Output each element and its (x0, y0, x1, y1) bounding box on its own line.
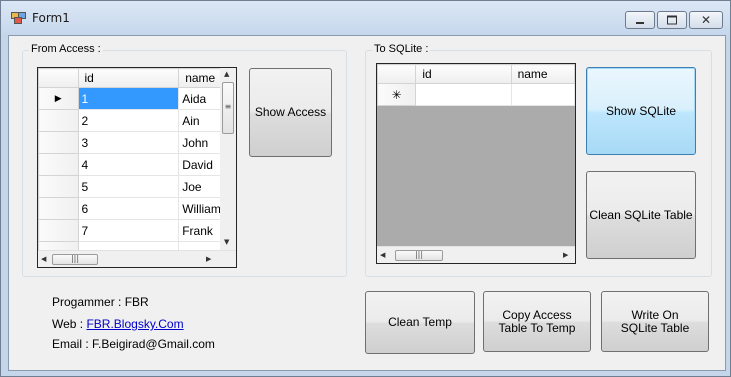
minimize-button[interactable] (625, 11, 655, 29)
horizontal-scrollbar[interactable]: ◀ ||| ▶ (38, 250, 236, 267)
row-header-corner (377, 64, 417, 84)
row-header[interactable] (38, 175, 79, 198)
table-row[interactable]: 7 Frank (38, 219, 236, 242)
row-header[interactable] (38, 109, 79, 132)
email-value: F.Beigirad@Gmail.com (92, 337, 215, 351)
sqlite-group-label: To SQLite : (372, 43, 431, 55)
minimize-icon (636, 22, 644, 24)
cell-id[interactable]: 3 (77, 131, 180, 154)
new-row[interactable]: ✳ (377, 83, 575, 106)
main-window: Form1 ✕ From Access : id name ▶ 1 Aida 2… (0, 0, 731, 377)
new-row-indicator: ✳ (377, 83, 417, 106)
copy-access-to-temp-button[interactable]: Copy Access Table To Temp (483, 291, 591, 352)
show-sqlite-button[interactable]: Show SQLite (586, 67, 696, 155)
programmer-line: Progammer : FBR (52, 295, 149, 309)
access-group-label: From Access : (29, 43, 103, 55)
table-row[interactable]: 2 Ain (38, 109, 236, 132)
table-row[interactable]: 4 David (38, 153, 236, 176)
form-client-area: From Access : id name ▶ 1 Aida 2 Ain 3 J… (8, 35, 726, 371)
scroll-up-icon[interactable]: ▲ (224, 70, 229, 78)
access-groupbox: From Access : id name ▶ 1 Aida 2 Ain 3 J… (22, 43, 347, 277)
close-button[interactable]: ✕ (689, 11, 723, 29)
vertical-scrollbar[interactable]: ▲ ≡ ▼ (220, 68, 236, 250)
row-header[interactable] (38, 153, 79, 176)
web-link[interactable]: FBR.Blogsky.Com (86, 317, 183, 331)
column-header-id[interactable]: id (415, 64, 512, 84)
scroll-down-icon[interactable]: ▼ (224, 238, 229, 246)
cell-id[interactable]: 2 (77, 109, 180, 132)
row-header[interactable] (38, 219, 79, 242)
email-line: Email : F.Beigirad@Gmail.com (52, 337, 215, 351)
sqlite-groupbox: To SQLite : id name ✳ ◀ ||| ▶ Show SQLit… (365, 43, 712, 277)
write-on-sqlite-table-button[interactable]: Write On SQLite Table (601, 291, 709, 352)
cell-id[interactable]: 7 (77, 219, 180, 242)
current-row-indicator: ▶ (38, 87, 79, 110)
close-icon: ✕ (700, 13, 712, 27)
table-row[interactable]: 3 John (38, 131, 236, 154)
show-access-button[interactable]: Show Access (249, 68, 332, 157)
scroll-left-icon[interactable]: ◀ (380, 251, 385, 259)
cell-id[interactable]: 5 (77, 175, 180, 198)
cell-name[interactable] (510, 83, 575, 106)
row-header[interactable] (38, 197, 79, 220)
scroll-thumb[interactable]: ||| (52, 254, 98, 265)
programmer-label: Progammer : (52, 295, 122, 309)
sqlite-datagrid[interactable]: id name ✳ ◀ ||| ▶ (376, 63, 576, 264)
table-row[interactable]: 5 Joe (38, 175, 236, 198)
column-header-id[interactable]: id (77, 68, 180, 88)
clean-sqlite-table-button[interactable]: Clean SQLite Table (586, 171, 696, 259)
programmer-name: FBR (124, 295, 149, 309)
title-bar[interactable]: Form1 ✕ (1, 1, 730, 35)
table-row[interactable]: 6 William (38, 197, 236, 220)
web-label: Web : (52, 317, 84, 331)
scroll-right-icon[interactable]: ▶ (563, 251, 568, 259)
cell-id[interactable]: 4 (77, 153, 180, 176)
column-header-name[interactable]: name (510, 64, 575, 84)
web-line: Web : FBR.Blogsky.Com (52, 317, 184, 331)
scroll-thumb[interactable]: ≡ (222, 82, 234, 134)
scroll-left-icon[interactable]: ◀ (41, 255, 46, 263)
scroll-right-icon[interactable]: ▶ (206, 255, 211, 263)
scroll-thumb[interactable]: ||| (395, 250, 443, 261)
cell-id[interactable]: 6 (77, 197, 180, 220)
maximize-icon (667, 15, 677, 25)
table-row[interactable]: ▶ 1 Aida (38, 87, 236, 110)
email-label: Email : (52, 337, 89, 351)
cell-id[interactable] (415, 83, 512, 106)
cell-id[interactable]: 1 (77, 87, 180, 110)
maximize-button[interactable] (657, 11, 687, 29)
row-header[interactable] (38, 131, 79, 154)
access-datagrid[interactable]: id name ▶ 1 Aida 2 Ain 3 John 4 David 5 … (37, 67, 237, 268)
horizontal-scrollbar[interactable]: ◀ ||| ▶ (377, 246, 575, 263)
app-icon (11, 12, 27, 24)
clean-temp-button[interactable]: Clean Temp (365, 291, 475, 354)
window-title: Form1 (32, 11, 70, 25)
row-header-corner (38, 68, 79, 88)
